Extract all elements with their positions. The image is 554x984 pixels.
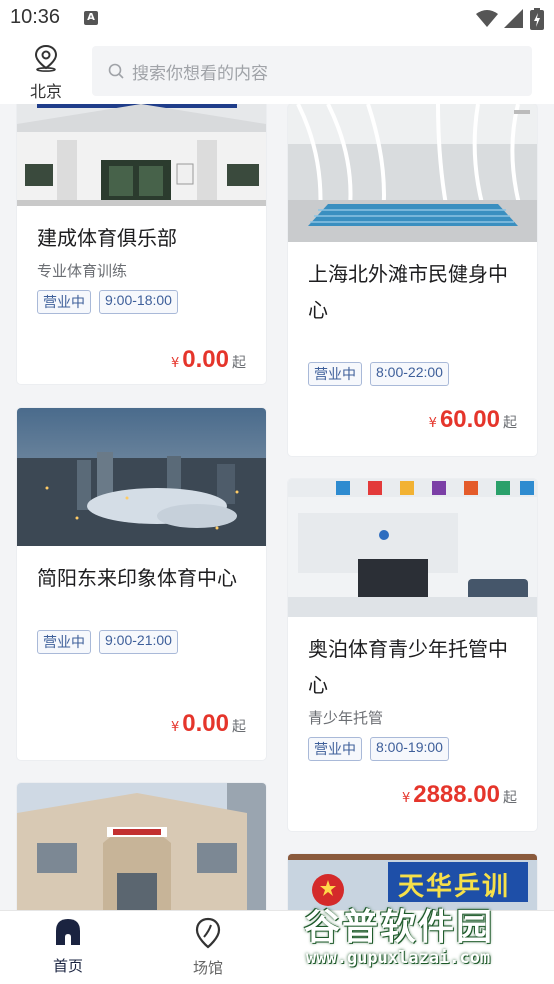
venue-subtitle (308, 332, 517, 354)
venue-card[interactable]: 建成体育俱乐部 专业体育训练 营业中 9:00-18:00 ¥ 0.00 起 (17, 104, 266, 384)
system-icons (476, 8, 544, 30)
status-badge: 营业中 (308, 362, 362, 386)
hours-badge: 9:00-21:00 (99, 630, 178, 654)
city-label: 北京 (29, 82, 62, 101)
currency-symbol: ¥ (171, 356, 180, 371)
search-icon (108, 63, 124, 79)
battery-icon (530, 8, 544, 30)
venue-title: 上海北外滩市民健身中心 (308, 262, 508, 322)
price-value: 0.00 (182, 346, 229, 373)
venue-card[interactable] (17, 783, 266, 910)
wifi-icon (476, 10, 498, 27)
tab-home[interactable]: 首页 (28, 917, 108, 976)
price-suffix: 起 (232, 719, 246, 735)
tab-venues[interactable]: 场馆 (168, 917, 248, 978)
venue-card[interactable]: 上海北外滩市民健身中心 营业中 8:00-22:00 ¥ 60.00 起 (288, 104, 537, 456)
tab-home-label: 首页 (52, 957, 83, 975)
map-pin-icon (195, 917, 221, 949)
tab-venues-label: 场馆 (192, 959, 223, 977)
status-bar: 10:36 A (0, 0, 554, 38)
price-value: 2888.00 (413, 781, 500, 808)
currency-symbol: ¥ (401, 791, 411, 806)
price-value: 0.00 (182, 710, 229, 737)
notification-icon: A (84, 11, 98, 25)
venue-feed[interactable]: 建成体育俱乐部 专业体育训练 营业中 9:00-18:00 ¥ 0.00 起 上… (0, 104, 554, 910)
venue-price: ¥ 0.00 起 (171, 346, 246, 374)
hours-badge: 8:00-22:00 (370, 362, 449, 386)
price-value: 60.00 (439, 406, 500, 433)
hours-badge: 9:00-18:00 (99, 290, 178, 314)
watermark: 谷普软件园 www.gupuxlazai.com (300, 896, 554, 982)
venue-price: ¥ 0.00 起 (171, 710, 246, 738)
venue-subtitle: 青少年托管 (308, 709, 384, 727)
venue-title: 简阳东来印象体育中心 (37, 566, 237, 590)
status-badge: 营业中 (37, 630, 91, 654)
venue-image (288, 479, 537, 617)
watermark-title: 谷普软件园 (304, 907, 495, 948)
location-pin-icon (34, 44, 58, 72)
venue-card[interactable]: 简阳东来印象体育中心 营业中 9:00-21:00 ¥ 0.00 起 (17, 408, 266, 760)
venue-price: ¥ 2888.00 起 (402, 781, 517, 809)
price-suffix: 起 (503, 415, 517, 431)
watermark-url: www.gupuxlazai.com (306, 948, 491, 968)
venue-title: 奥泊体育青少年托管中心 (308, 637, 508, 697)
venue-price: ¥ 60.00 起 (429, 406, 517, 434)
status-time: 10:36 (10, 6, 61, 28)
venue-image (17, 104, 266, 206)
venue-image (17, 408, 266, 546)
venue-subtitle (37, 600, 246, 622)
app-header: 北京 搜索你想看的内容 (0, 38, 554, 104)
venue-subtitle: 专业体育训练 (37, 262, 128, 280)
hours-badge: 8:00-19:00 (370, 737, 449, 761)
search-input[interactable]: 搜索你想看的内容 (92, 46, 532, 96)
status-badge: 营业中 (308, 737, 362, 761)
home-icon (56, 919, 80, 945)
price-suffix: 起 (232, 355, 246, 371)
search-placeholder: 搜索你想看的内容 (132, 63, 268, 84)
signal-icon (504, 9, 523, 28)
venue-image (17, 783, 266, 910)
venue-card[interactable]: 奥泊体育青少年托管中心 青少年托管 营业中 8:00-19:00 ¥ 2888.… (288, 479, 537, 831)
price-suffix: 起 (503, 790, 517, 806)
location-selector[interactable]: 北京 (22, 44, 70, 101)
currency-symbol: ¥ (428, 416, 437, 431)
venue-image (288, 104, 537, 242)
venue-title: 建成体育俱乐部 (37, 226, 177, 250)
currency-symbol: ¥ (171, 720, 180, 735)
status-badge: 营业中 (37, 290, 91, 314)
